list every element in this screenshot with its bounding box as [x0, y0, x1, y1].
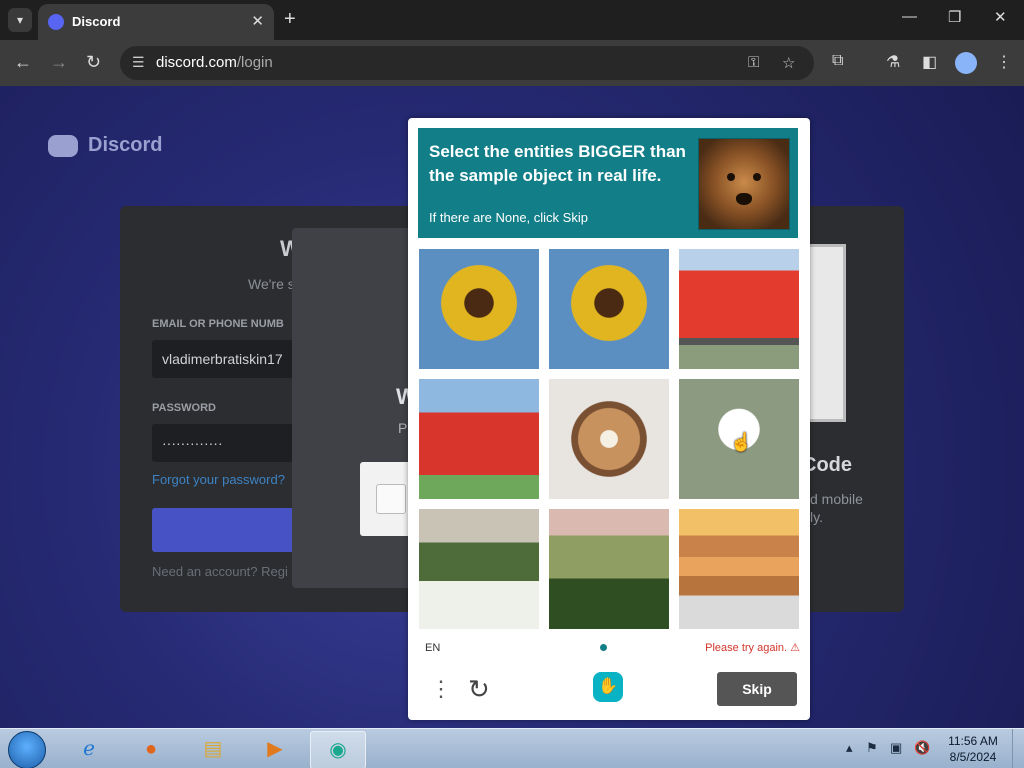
forgot-password-link[interactable]: Forgot your password? [152, 472, 285, 487]
tile-pancake-stack[interactable] [679, 509, 799, 629]
discord-logo-icon [48, 134, 78, 157]
firefox-icon[interactable]: ● [124, 731, 178, 767]
qr-sub-line1: d mobile [810, 491, 863, 507]
profile-avatar[interactable] [955, 52, 977, 74]
media-player-icon[interactable]: ▶ [248, 731, 302, 767]
side-panel-icon[interactable]: ◧ [922, 52, 937, 72]
refresh-icon[interactable]: ↻ [468, 674, 490, 705]
clock-date: 8/5/2024 [949, 750, 997, 764]
tile-daisy-field-2[interactable] [549, 509, 669, 629]
labs-flask-icon[interactable]: ⚗ [886, 52, 900, 72]
url-path: /login [236, 54, 273, 71]
hand-cursor-icon: ☝ [730, 432, 753, 452]
captcha-error: Please try again. ⚠ [705, 642, 800, 654]
password-key-icon[interactable]: ⚿ [748, 54, 759, 71]
close-window-button[interactable]: ✕ [994, 8, 1007, 26]
tray-expand-icon[interactable]: ▴ [846, 740, 853, 756]
email-value: vladimerbratiskin17 [162, 351, 283, 367]
network-icon[interactable]: ▣ [890, 740, 902, 756]
address-bar[interactable]: ☰ discord.com/login ⚿ ☆ [120, 46, 814, 80]
skip-button[interactable]: Skip [717, 672, 797, 706]
tab-discord[interactable]: Discord ✕ [38, 4, 274, 40]
captcha-challenge: Select the entities BIGGER than the samp… [408, 118, 810, 720]
tile-daisy-field-1[interactable] [419, 509, 539, 629]
browser-taskbar-icon[interactable]: ◉ [310, 731, 366, 768]
discord-favicon-icon [48, 14, 64, 30]
start-button[interactable] [8, 731, 46, 768]
register-link[interactable]: Need an account? Regi [152, 564, 288, 579]
captcha-hint: If there are None, click Skip [429, 210, 588, 225]
url-text: discord.com/login [156, 54, 273, 71]
captcha-prompt: Select the entities BIGGER than the samp… [429, 142, 686, 185]
discord-logo: Discord [48, 134, 162, 157]
show-desktop-button[interactable] [1012, 729, 1024, 768]
url-host: discord.com [156, 54, 237, 71]
taskbar: ℯ ● ▤ ▶ ◉ ▴ ⚑ ▣ 🔇 11:56 AM 8/5/2024 [0, 728, 1024, 768]
tab-search-button[interactable]: ▾ [8, 8, 32, 32]
system-clock[interactable]: 11:56 AM 8/5/2024 [940, 733, 1006, 765]
tile-sunflower-2[interactable] [549, 249, 669, 369]
qr-sub-line2: ly. [810, 509, 823, 525]
clock-time: 11:56 AM [948, 734, 998, 748]
progress-dot [600, 644, 607, 651]
site-info-icon[interactable]: ☰ [132, 54, 145, 71]
captcha-checkbox[interactable] [376, 484, 406, 514]
email-label: EMAIL OR PHONE NUMB [152, 318, 284, 330]
captcha-header: Select the entities BIGGER than the samp… [418, 128, 798, 238]
password-value: ············· [162, 435, 223, 451]
hcaptcha-logo-icon: ✋ [593, 672, 623, 702]
extensions-icon[interactable]: ⧉ [832, 52, 843, 70]
language-selector[interactable]: EN [425, 642, 440, 654]
tab-bar: ▾ Discord ✕ + — ❐ ✕ [0, 0, 1024, 40]
tile-bus-2[interactable] [419, 379, 539, 499]
welcome-subtitle: We're s [248, 276, 295, 292]
minimize-button[interactable]: — [902, 8, 917, 25]
bear-eye-right [753, 173, 761, 181]
tab-title: Discord [72, 14, 121, 29]
bear-nose [736, 193, 752, 205]
tile-pancake-plate[interactable] [549, 379, 669, 499]
tile-sunflower-1[interactable] [419, 249, 539, 369]
menu-kebab-icon[interactable]: ⋮ [996, 52, 1012, 72]
password-label: PASSWORD [152, 402, 216, 414]
captcha-menu-icon[interactable]: ⋮ [430, 676, 452, 702]
action-center-flag-icon[interactable]: ⚑ [866, 740, 878, 756]
file-explorer-icon[interactable]: ▤ [186, 731, 240, 767]
bear-eye-left [727, 173, 735, 181]
browser-toolbar: ← → ↻ ☰ discord.com/login ⚿ ☆ ⧉ ⚗ ◧ ⋮ [0, 40, 1024, 86]
modal-subtitle: P [398, 420, 408, 436]
forward-button[interactable]: → [50, 52, 68, 73]
tile-bus-1[interactable] [679, 249, 799, 369]
bookmark-star-icon[interactable]: ☆ [782, 54, 795, 72]
reload-button[interactable]: ↻ [86, 52, 101, 73]
restore-button[interactable]: ❐ [948, 8, 961, 26]
sample-bear-image [698, 138, 790, 230]
new-tab-button[interactable]: + [284, 8, 296, 31]
close-tab-icon[interactable]: ✕ [251, 12, 264, 30]
volume-muted-icon[interactable]: 🔇 [914, 740, 930, 756]
back-button[interactable]: ← [14, 52, 32, 73]
internet-explorer-icon[interactable]: ℯ [62, 731, 116, 767]
qr-subtitle: d mobile ly. [810, 490, 863, 526]
discord-logo-text: Discord [88, 134, 163, 156]
